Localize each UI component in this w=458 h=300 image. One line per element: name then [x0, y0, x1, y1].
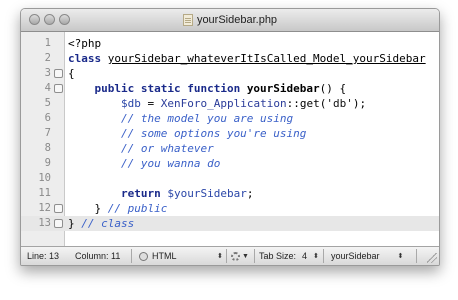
- code-token: $yourSidebar: [167, 187, 247, 200]
- code-token: ::get(: [286, 97, 327, 110]
- code-token: }: [68, 217, 82, 230]
- line-number: 12: [38, 202, 51, 214]
- line-number: 5: [44, 97, 51, 109]
- line-number: 13: [38, 217, 51, 229]
- code-line[interactable]: 10: [21, 171, 439, 186]
- line-number: 8: [44, 142, 51, 154]
- tab-size-label: Tab Size:: [259, 251, 297, 261]
- code-token: class: [68, 52, 108, 65]
- line-number: 11: [38, 187, 51, 199]
- chevron-down-icon: ▼: [242, 252, 249, 260]
- fold-toggle-icon[interactable]: [54, 69, 63, 78]
- symbol-label: yourSidebar: [331, 251, 380, 261]
- line-number: 4: [44, 82, 51, 94]
- window-title-text: yourSidebar.php: [196, 14, 278, 26]
- resize-grip[interactable]: [427, 253, 437, 263]
- code-token: {: [68, 67, 75, 80]
- title-bar: yourSidebar.php: [21, 9, 439, 32]
- code-line[interactable]: 8 // or whatever: [21, 141, 439, 156]
- editor-window: yourSidebar.php 1 <?php 2 class yourSidebar…: [20, 8, 440, 266]
- code-text: } // public: [68, 201, 167, 216]
- line-number: 9: [44, 157, 51, 169]
- line-number: 6: [44, 112, 51, 124]
- php-file-icon: [182, 14, 193, 26]
- line-number: 7: [44, 127, 51, 139]
- code-token: $db: [120, 97, 141, 110]
- tab-size-selector[interactable]: Tab Size: 4 ⬍: [259, 247, 319, 265]
- code-text: // some options you're using: [68, 126, 306, 141]
- code-token: }: [68, 202, 108, 215]
- code-text: <?php: [68, 36, 101, 51]
- code-line[interactable]: 3{: [21, 66, 439, 81]
- code-text: // the model you are using: [68, 111, 293, 126]
- code-token: yourSidebar: [246, 82, 320, 95]
- code-token: <?php: [68, 37, 102, 50]
- code-line[interactable]: 2 class yourSidebar_whateverItIsCalled_Mo…: [21, 51, 439, 66]
- code-line[interactable]: 4 public static function yourSidebar() {: [21, 81, 439, 96]
- line-number: 1: [44, 37, 51, 49]
- code-token: ;: [246, 187, 254, 200]
- settings-menu[interactable]: ▼: [231, 247, 249, 265]
- code-text: $db = XenForo_Application::get('db');: [68, 96, 366, 111]
- language-icon: [139, 251, 148, 261]
- line-number: 2: [44, 52, 51, 64]
- code-token: yourSidebar_whateverItIsCalled_Model_you…: [107, 52, 426, 65]
- window-title: yourSidebar.php: [21, 9, 439, 31]
- code-token: =: [140, 97, 161, 110]
- code-line[interactable]: 9 // you wanna do: [21, 156, 439, 171]
- code-token: // or whatever: [68, 142, 214, 155]
- code-token: 'db': [326, 97, 353, 110]
- code-text: // you wanna do: [68, 156, 220, 171]
- code-token: // public: [107, 202, 168, 215]
- code-token: );: [352, 97, 367, 110]
- column-indicator: Column: 11: [75, 251, 121, 261]
- code-text: class yourSidebar_whateverItIsCalled_Mod…: [68, 51, 426, 66]
- code-token: // class: [81, 217, 135, 230]
- tab-size-value: 4: [302, 251, 308, 261]
- language-popup-arrows-icon[interactable]: ⬍: [217, 247, 223, 265]
- tab-size-arrows-icon: ⬍: [313, 253, 319, 260]
- language-label: HTML: [152, 251, 177, 261]
- gear-icon: [231, 251, 240, 261]
- status-bar: Line: 13 Column: 11 HTML ⬍ ▼ Tab Size: 4…: [21, 246, 439, 265]
- code-token: // some options you're using: [68, 127, 307, 140]
- line-number: 3: [44, 67, 51, 79]
- fold-toggle-icon[interactable]: [54, 84, 63, 93]
- line-number: 10: [38, 172, 51, 184]
- code-editor[interactable]: 1 <?php 2 class yourSidebar_whateverItIsCal…: [21, 32, 439, 246]
- fold-toggle-icon[interactable]: [54, 219, 63, 228]
- symbol-arrows-icon: ⬍: [397, 253, 404, 260]
- code-line[interactable]: 1 <?php: [21, 36, 439, 51]
- code-line[interactable]: 6 // the model you are using: [21, 111, 439, 126]
- code-token: XenForo_Application: [160, 97, 287, 110]
- code-line[interactable]: 7 // some options you're using: [21, 126, 439, 141]
- code-text: } // class: [68, 216, 134, 231]
- code-text: public static function yourSidebar() {: [68, 81, 346, 96]
- code-line[interactable]: 11 return $yourSidebar;: [21, 186, 439, 201]
- language-selector[interactable]: HTML: [139, 247, 177, 265]
- fold-toggle-icon[interactable]: [54, 204, 63, 213]
- code-token: () {: [319, 82, 347, 95]
- code-token: // the model you are using: [68, 112, 294, 125]
- code-line[interactable]: 5 $db = XenForo_Application::get('db');: [21, 96, 439, 111]
- code-line[interactable]: 12 } // public: [21, 201, 439, 216]
- code-text: // or whatever: [68, 141, 214, 156]
- code-token: // you wanna do: [68, 157, 221, 170]
- code-text: {: [68, 66, 75, 81]
- code-line[interactable]: 13} // class: [21, 216, 439, 231]
- code-text: return $yourSidebar;: [68, 186, 253, 201]
- code-token: return: [120, 187, 168, 200]
- code-token: public static function: [68, 82, 247, 95]
- symbol-selector[interactable]: yourSidebar ⬍: [331, 247, 403, 265]
- line-indicator: Line: 13: [27, 251, 60, 261]
